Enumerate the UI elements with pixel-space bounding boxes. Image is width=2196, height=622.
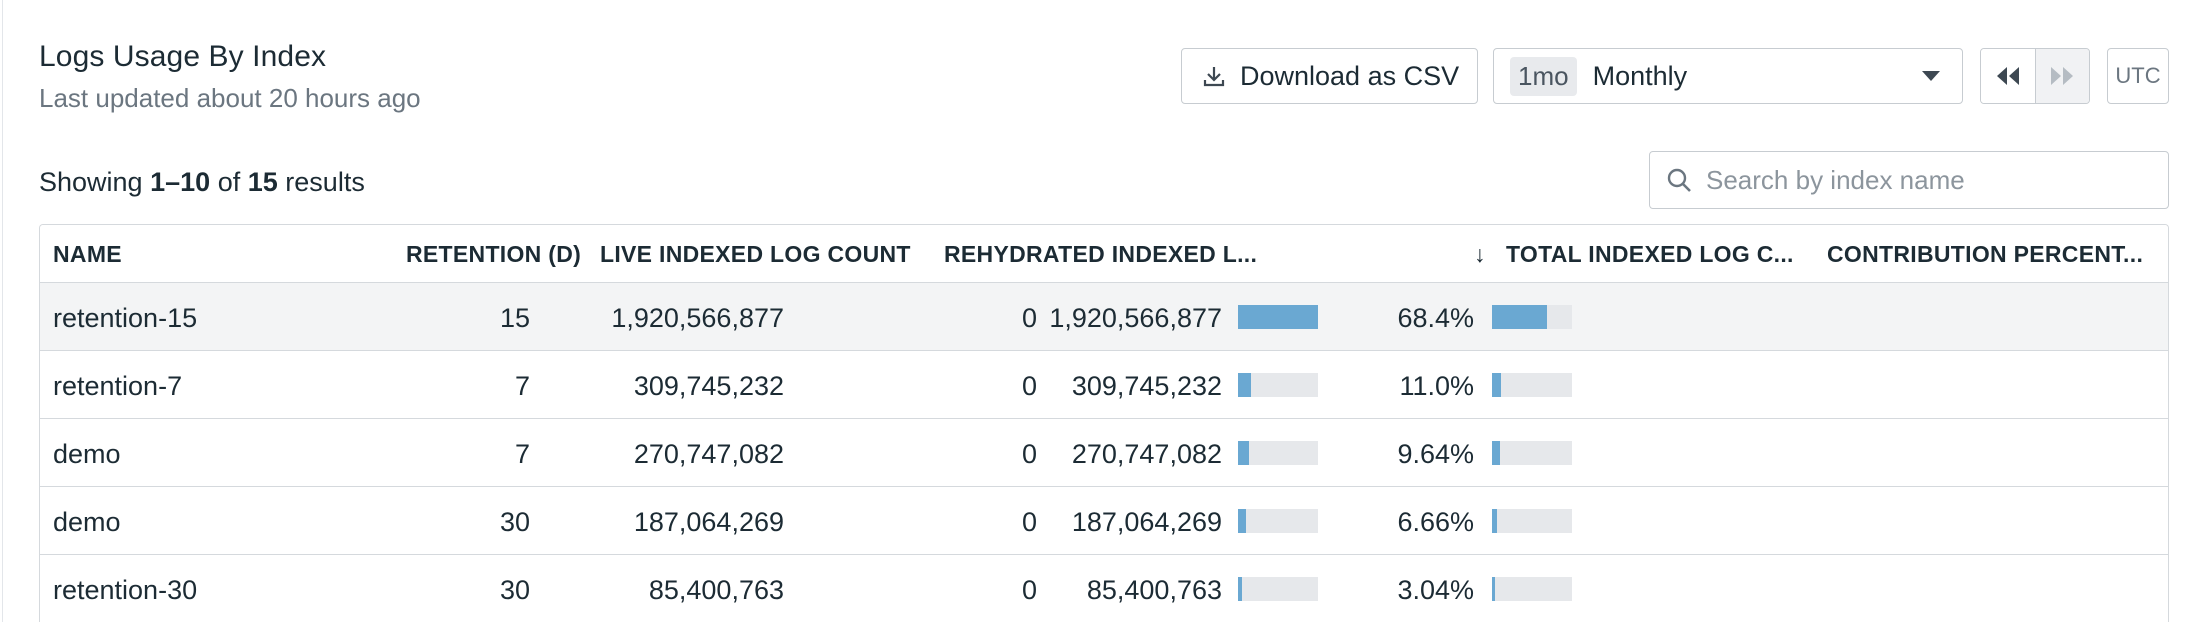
cell-total: 270,747,082	[1071, 439, 1222, 469]
results-suffix: results	[285, 167, 365, 197]
table-row[interactable]: demo 7 270,747,082 0 270,747,082 9.64%	[40, 419, 2168, 487]
contribution-bar-fill	[1492, 441, 1500, 465]
results-total: 15	[247, 167, 278, 197]
table-row[interactable]: retention-30 30 85,400,763 0 85,400,763 3.04%	[40, 555, 2168, 622]
total-bar-track	[1238, 305, 1318, 329]
column-contribution[interactable]: CONTRIBUTION PERCENT...	[1827, 241, 2143, 268]
cell-total: 309,745,232	[1071, 371, 1222, 401]
search-input[interactable]	[1706, 164, 2146, 196]
cell-rehydrated: 0	[1021, 507, 1037, 537]
table-row[interactable]: retention-7 7 309,745,232 0 309,745,232 11.0%	[40, 351, 2168, 419]
cell-live: 1,920,566,877	[611, 303, 784, 333]
contribution-bar-fill	[1492, 305, 1547, 329]
fast-forward-icon	[2051, 67, 2074, 85]
cell-name: retention-15	[53, 303, 198, 333]
contribution-bar-fill	[1492, 373, 1501, 397]
search-box[interactable]	[1649, 151, 2169, 209]
cell-live: 309,745,232	[633, 371, 784, 401]
cell-contribution: 9.64%	[1397, 439, 1474, 469]
cell-rehydrated: 0	[1021, 439, 1037, 469]
cell-name: demo	[53, 439, 121, 469]
cell-contribution: 6.66%	[1397, 507, 1474, 537]
cell-rehydrated: 0	[1021, 371, 1037, 401]
cell-retention: 15	[499, 303, 530, 333]
search-icon	[1667, 168, 1691, 192]
cell-total: 1,920,566,877	[1049, 303, 1222, 333]
column-name[interactable]: NAME	[53, 241, 122, 268]
last-updated-text: Last updated about 20 hours ago	[39, 83, 421, 113]
download-csv-label: Download as CSV	[1240, 60, 1460, 91]
cell-retention: 7	[514, 371, 530, 401]
page-title: Logs Usage By Index	[39, 40, 327, 73]
total-bar-track	[1238, 509, 1318, 533]
contribution-bar-fill	[1492, 577, 1495, 601]
contribution-bar-track	[1492, 305, 1572, 329]
cell-rehydrated: 0	[1021, 575, 1037, 605]
results-of: of	[217, 167, 241, 197]
contribution-bar-track	[1492, 373, 1572, 397]
total-bar-fill	[1238, 577, 1242, 601]
download-icon	[1203, 67, 1225, 87]
sort-arrow-icon: ↓	[1474, 241, 1486, 267]
cell-contribution: 3.04%	[1397, 575, 1474, 605]
results-range: 1–10	[150, 167, 211, 197]
contribution-bar-track	[1492, 577, 1572, 601]
rewind-icon	[1996, 67, 2019, 85]
cell-rehydrated: 0	[1021, 303, 1037, 333]
cell-total: 187,064,269	[1071, 507, 1222, 537]
cell-retention: 30	[499, 575, 530, 605]
total-bar-fill	[1238, 509, 1246, 533]
next-period-button[interactable]	[2035, 49, 2089, 103]
column-retention[interactable]: RETENTION (D)	[406, 241, 581, 268]
table-header: NAME RETENTION (D) LIVE INDEXED LOG COUN…	[40, 225, 2168, 283]
time-range-select[interactable]: 1mo Monthly	[1493, 48, 1963, 104]
contribution-bar-fill	[1492, 509, 1497, 533]
total-bar-fill	[1238, 441, 1249, 465]
table-row[interactable]: demo 30 187,064,269 0 187,064,269 6.66%	[40, 487, 2168, 555]
previous-period-button[interactable]	[1981, 49, 2036, 103]
total-bar-track	[1238, 577, 1318, 601]
cell-name: retention-30	[53, 575, 198, 605]
usage-table: NAME RETENTION (D) LIVE INDEXED LOG COUN…	[39, 224, 2169, 622]
cell-live: 270,747,082	[633, 439, 784, 469]
total-bar-track	[1238, 441, 1318, 465]
cell-total: 85,400,763	[1086, 575, 1222, 605]
contribution-bar-track	[1492, 509, 1572, 533]
table-row[interactable]: retention-15 15 1,920,566,877 0 1,920,566,87…	[40, 283, 2168, 351]
logs-usage-panel: Logs Usage By Index Last updated about 2…	[2, 0, 2196, 622]
total-bar-track	[1238, 373, 1318, 397]
time-range-badge: 1mo	[1510, 56, 1577, 96]
cell-contribution: 68.4%	[1397, 303, 1474, 333]
results-summary: Showing 1–10 of 15 results	[39, 167, 365, 198]
cell-name: demo	[53, 507, 121, 537]
time-range-label: Monthly	[1592, 60, 1688, 91]
cell-live: 187,064,269	[633, 507, 784, 537]
timezone-toggle[interactable]: UTC	[2107, 48, 2169, 104]
column-live-indexed[interactable]: LIVE INDEXED LOG COUNT	[600, 241, 911, 268]
contribution-bar-track	[1492, 441, 1572, 465]
column-rehydrated-indexed[interactable]: REHYDRATED INDEXED L...	[944, 241, 1257, 268]
results-prefix: Showing	[39, 167, 143, 197]
column-total-indexed[interactable]: TOTAL INDEXED LOG C...	[1506, 241, 1794, 268]
download-csv-button[interactable]: Download as CSV	[1181, 48, 1478, 104]
total-bar-fill	[1238, 373, 1251, 397]
cell-contribution: 11.0%	[1399, 371, 1474, 401]
time-nav-group	[1980, 48, 2090, 104]
total-bar-fill	[1238, 305, 1318, 329]
cell-live: 85,400,763	[648, 575, 784, 605]
cell-retention: 30	[499, 507, 530, 537]
caret-down-icon	[1922, 71, 1940, 81]
cell-retention: 7	[514, 439, 530, 469]
cell-name: retention-7	[53, 371, 183, 401]
